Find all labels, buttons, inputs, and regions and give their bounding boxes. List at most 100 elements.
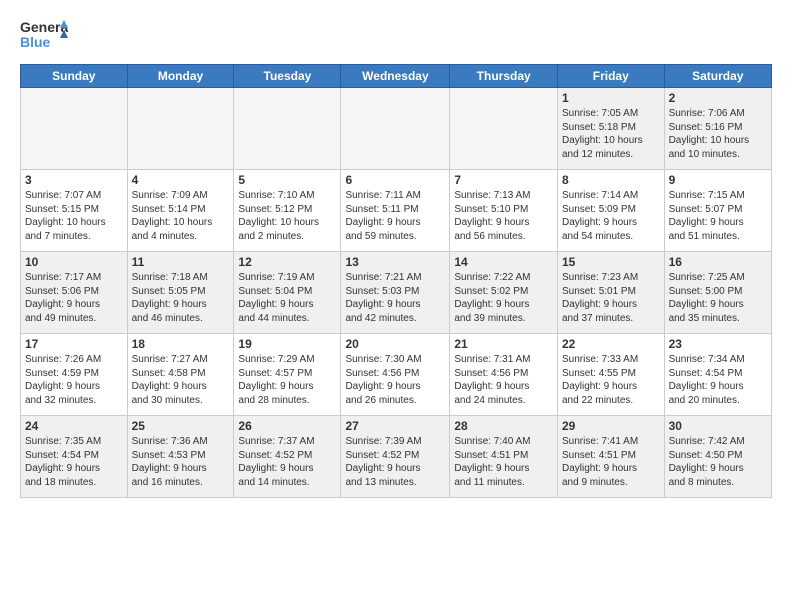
cell-info: Sunrise: 7:26 AMSunset: 4:59 PMDaylight:…	[25, 353, 123, 407]
day-header-friday: Friday	[558, 65, 665, 88]
calendar-cell: 29Sunrise: 7:41 AMSunset: 4:51 PMDayligh…	[558, 416, 665, 498]
cell-info: Sunrise: 7:36 AMSunset: 4:53 PMDaylight:…	[132, 435, 230, 489]
day-number: 10	[25, 255, 123, 269]
calendar-cell: 15 Sunrise: 7:23 AMSunset: 5:01 PMDayligh…	[558, 252, 665, 334]
calendar-cell: 30Sunrise: 7:42 AMSunset: 4:50 PMDayligh…	[664, 416, 771, 498]
day-header-monday: Monday	[127, 65, 234, 88]
cell-info: Sunrise: 7:17 AMSunset: 5:06 PMDaylight:…	[25, 271, 123, 325]
cell-info: Sunrise: 7:40 AMSunset: 4:51 PMDaylight:…	[454, 435, 553, 489]
logo: General Blue	[20, 16, 68, 54]
calendar-cell: 23Sunrise: 7:34 AMSunset: 4:54 PMDayligh…	[664, 334, 771, 416]
cell-info: Sunrise: 7:27 AMSunset: 4:58 PMDaylight:…	[132, 353, 230, 407]
cell-info: Sunrise: 7:29 AMSunset: 4:57 PMDaylight:…	[238, 353, 336, 407]
day-number: 2	[669, 91, 767, 105]
day-number: 27	[345, 419, 445, 433]
day-number: 22	[562, 337, 660, 351]
day-number: 26	[238, 419, 336, 433]
day-number: 1	[562, 91, 660, 105]
calendar-week-4: 24 Sunrise: 7:35 AMSunset: 4:54 PMDayligh…	[21, 416, 772, 498]
calendar-cell: 3 Sunrise: 7:07 AMSunset: 5:15 PMDaylight…	[21, 170, 128, 252]
day-number: 9	[669, 173, 767, 187]
calendar-cell: 12 Sunrise: 7:19 AMSunset: 5:04 PMDayligh…	[234, 252, 341, 334]
calendar-cell: 26 Sunrise: 7:37 AMSunset: 4:52 PMDayligh…	[234, 416, 341, 498]
day-header-thursday: Thursday	[450, 65, 558, 88]
calendar-cell: 8Sunrise: 7:14 AMSunset: 5:09 PMDaylight…	[558, 170, 665, 252]
day-number: 11	[132, 255, 230, 269]
calendar-cell: 13 Sunrise: 7:21 AMSunset: 5:03 PMDayligh…	[341, 252, 450, 334]
calendar-cell: 11 Sunrise: 7:18 AMSunset: 5:05 PMDayligh…	[127, 252, 234, 334]
page: General Blue SundayMondayTuesdayWednesda…	[0, 0, 792, 612]
cell-info: Sunrise: 7:11 AMSunset: 5:11 PMDaylight:…	[345, 189, 445, 243]
calendar-cell: 4 Sunrise: 7:09 AMSunset: 5:14 PMDaylight…	[127, 170, 234, 252]
calendar-cell: 22 Sunrise: 7:33 AMSunset: 4:55 PMDayligh…	[558, 334, 665, 416]
cell-info: Sunrise: 7:39 AMSunset: 4:52 PMDaylight:…	[345, 435, 445, 489]
calendar-cell: 7 Sunrise: 7:13 AMSunset: 5:10 PMDaylight…	[450, 170, 558, 252]
day-number: 20	[345, 337, 445, 351]
cell-info: Sunrise: 7:10 AMSunset: 5:12 PMDaylight:…	[238, 189, 336, 243]
calendar-cell: 20 Sunrise: 7:30 AMSunset: 4:56 PMDayligh…	[341, 334, 450, 416]
cell-info: Sunrise: 7:22 AMSunset: 5:02 PMDaylight:…	[454, 271, 553, 325]
cell-info: Sunrise: 7:09 AMSunset: 5:14 PMDaylight:…	[132, 189, 230, 243]
calendar-cell	[21, 88, 128, 170]
day-number: 21	[454, 337, 553, 351]
calendar-week-2: 10 Sunrise: 7:17 AMSunset: 5:06 PMDayligh…	[21, 252, 772, 334]
day-number: 5	[238, 173, 336, 187]
cell-info: Sunrise: 7:14 AMSunset: 5:09 PMDaylight:…	[562, 189, 660, 243]
calendar-cell: 5 Sunrise: 7:10 AMSunset: 5:12 PMDaylight…	[234, 170, 341, 252]
day-header-saturday: Saturday	[664, 65, 771, 88]
day-number: 3	[25, 173, 123, 187]
day-number: 7	[454, 173, 553, 187]
day-number: 18	[132, 337, 230, 351]
day-number: 19	[238, 337, 336, 351]
calendar-cell	[234, 88, 341, 170]
calendar-cell: 19 Sunrise: 7:29 AMSunset: 4:57 PMDayligh…	[234, 334, 341, 416]
calendar-cell	[127, 88, 234, 170]
calendar-week-3: 17 Sunrise: 7:26 AMSunset: 4:59 PMDayligh…	[21, 334, 772, 416]
cell-info: Sunrise: 7:31 AMSunset: 4:56 PMDaylight:…	[454, 353, 553, 407]
calendar-header-row: SundayMondayTuesdayWednesdayThursdayFrid…	[21, 65, 772, 88]
calendar-cell: 1 Sunrise: 7:05 AMSunset: 5:18 PMDaylight…	[558, 88, 665, 170]
svg-text:Blue: Blue	[20, 34, 51, 50]
calendar-cell: 17 Sunrise: 7:26 AMSunset: 4:59 PMDayligh…	[21, 334, 128, 416]
day-number: 4	[132, 173, 230, 187]
calendar-cell	[450, 88, 558, 170]
cell-info: Sunrise: 7:35 AMSunset: 4:54 PMDaylight:…	[25, 435, 123, 489]
cell-info: Sunrise: 7:41 AMSunset: 4:51 PMDaylight:…	[562, 435, 660, 489]
cell-info: Sunrise: 7:13 AMSunset: 5:10 PMDaylight:…	[454, 189, 553, 243]
calendar-cell: 9Sunrise: 7:15 AMSunset: 5:07 PMDaylight…	[664, 170, 771, 252]
day-number: 16	[669, 255, 767, 269]
calendar-cell: 2Sunrise: 7:06 AMSunset: 5:16 PMDaylight…	[664, 88, 771, 170]
calendar-cell: 21 Sunrise: 7:31 AMSunset: 4:56 PMDayligh…	[450, 334, 558, 416]
cell-info: Sunrise: 7:30 AMSunset: 4:56 PMDaylight:…	[345, 353, 445, 407]
cell-info: Sunrise: 7:37 AMSunset: 4:52 PMDaylight:…	[238, 435, 336, 489]
calendar-cell: 18 Sunrise: 7:27 AMSunset: 4:58 PMDayligh…	[127, 334, 234, 416]
calendar-cell: 27 Sunrise: 7:39 AMSunset: 4:52 PMDayligh…	[341, 416, 450, 498]
day-number: 13	[345, 255, 445, 269]
cell-info: Sunrise: 7:07 AMSunset: 5:15 PMDaylight:…	[25, 189, 123, 243]
cell-info: Sunrise: 7:18 AMSunset: 5:05 PMDaylight:…	[132, 271, 230, 325]
header: General Blue	[20, 16, 772, 54]
logo-svg: General Blue	[20, 16, 68, 54]
cell-info: Sunrise: 7:25 AMSunset: 5:00 PMDaylight:…	[669, 271, 767, 325]
calendar-cell: 14Sunrise: 7:22 AMSunset: 5:02 PMDayligh…	[450, 252, 558, 334]
day-number: 15	[562, 255, 660, 269]
calendar-cell: 28 Sunrise: 7:40 AMSunset: 4:51 PMDayligh…	[450, 416, 558, 498]
day-number: 17	[25, 337, 123, 351]
day-number: 24	[25, 419, 123, 433]
cell-info: Sunrise: 7:21 AMSunset: 5:03 PMDaylight:…	[345, 271, 445, 325]
cell-info: Sunrise: 7:34 AMSunset: 4:54 PMDaylight:…	[669, 353, 767, 407]
calendar-cell: 24 Sunrise: 7:35 AMSunset: 4:54 PMDayligh…	[21, 416, 128, 498]
calendar-cell: 6Sunrise: 7:11 AMSunset: 5:11 PMDaylight…	[341, 170, 450, 252]
calendar: SundayMondayTuesdayWednesdayThursdayFrid…	[20, 64, 772, 498]
cell-info: Sunrise: 7:33 AMSunset: 4:55 PMDaylight:…	[562, 353, 660, 407]
cell-info: Sunrise: 7:42 AMSunset: 4:50 PMDaylight:…	[669, 435, 767, 489]
cell-info: Sunrise: 7:19 AMSunset: 5:04 PMDaylight:…	[238, 271, 336, 325]
cell-info: Sunrise: 7:05 AMSunset: 5:18 PMDaylight:…	[562, 107, 660, 161]
day-header-tuesday: Tuesday	[234, 65, 341, 88]
cell-info: Sunrise: 7:23 AMSunset: 5:01 PMDaylight:…	[562, 271, 660, 325]
calendar-week-1: 3 Sunrise: 7:07 AMSunset: 5:15 PMDaylight…	[21, 170, 772, 252]
day-number: 12	[238, 255, 336, 269]
calendar-cell: 16 Sunrise: 7:25 AMSunset: 5:00 PMDayligh…	[664, 252, 771, 334]
calendar-cell: 25Sunrise: 7:36 AMSunset: 4:53 PMDayligh…	[127, 416, 234, 498]
day-number: 28	[454, 419, 553, 433]
